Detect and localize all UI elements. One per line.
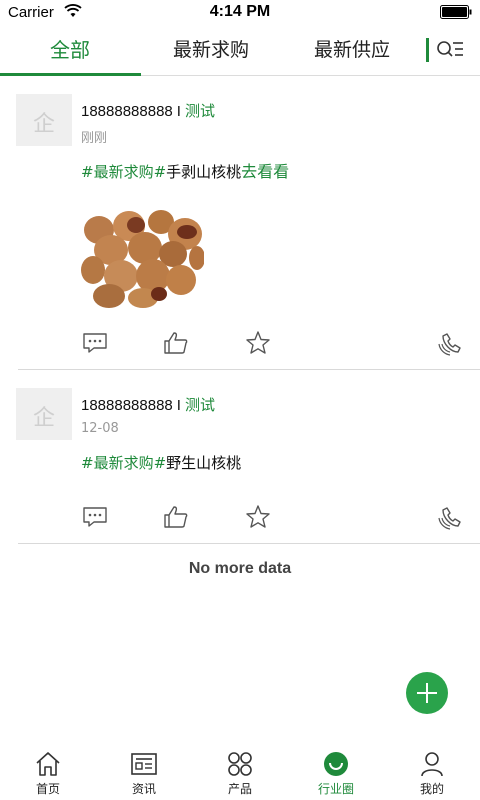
feed-post: 企 18888888888 I 测试 12-08 #最新求购#野生山核桃 [0, 372, 480, 544]
nav-news-label: 资讯 [131, 782, 156, 796]
tab-latest-purchase[interactable]: 最新求购 [140, 26, 282, 76]
phone-call-icon[interactable] [438, 330, 464, 356]
plus-icon-vertical [426, 683, 428, 703]
post-body: 野生山核桃 [166, 454, 242, 472]
add-post-button[interactable] [406, 672, 448, 714]
phone-call-icon[interactable] [438, 504, 464, 530]
favorite-star-icon[interactable] [245, 330, 271, 356]
active-tab-indicator [0, 73, 141, 76]
poster-phone[interactable]: 18888888888 [81, 103, 173, 120]
favorite-star-icon[interactable] [245, 504, 271, 530]
topic-tag[interactable]: #最新求购# [81, 163, 166, 181]
feed-post: 企 18888888888 I 测试 刚刚 #最新求购#手剥山核桃去看看 [0, 78, 480, 370]
nav-profile-label: 我的 [419, 782, 444, 796]
nav-home-label: 首页 [35, 782, 60, 796]
poster-phone[interactable]: 18888888888 [81, 397, 173, 414]
status-time: 4:14 PM [209, 3, 271, 20]
like-icon[interactable] [163, 330, 189, 356]
avatar-placeholder-icon: 企 [32, 112, 55, 137]
battery-icon [440, 5, 472, 19]
poster-line: 18888888888 I 测试 [81, 100, 215, 121]
avatar[interactable]: 企 [16, 388, 72, 440]
profile-icon [421, 752, 443, 777]
post-divider [18, 369, 480, 370]
tab-all[interactable]: 全部 [0, 26, 140, 76]
tab-latest-supply[interactable]: 最新供应 [282, 26, 422, 76]
topic-tag[interactable]: #最新求购# [81, 454, 166, 472]
bottom-navigation: 首页 资讯 产品 行业圈 我的 [0, 744, 480, 800]
no-more-data-label: No more data [188, 560, 292, 577]
post-divider [18, 543, 480, 544]
avatar[interactable]: 企 [16, 94, 72, 146]
post-content: #最新求购#手剥山核桃去看看 [81, 158, 289, 182]
products-icon [228, 752, 252, 776]
poster-line: 18888888888 I 测试 [81, 394, 215, 415]
nav-home[interactable]: 首页 [0, 744, 96, 800]
poster-company[interactable]: 测试 [185, 396, 215, 414]
avatar-placeholder-icon: 企 [32, 406, 55, 431]
filter-menu-icon[interactable] [436, 39, 464, 61]
post-actions [0, 504, 480, 534]
post-content: #最新求购#野生山核桃 [81, 452, 241, 473]
nav-industry-circle[interactable]: 行业圈 [288, 744, 384, 800]
like-icon[interactable] [163, 504, 189, 530]
circle-icon [324, 752, 348, 776]
post-time: 12-08 [81, 421, 119, 436]
post-actions [0, 330, 480, 360]
comment-icon[interactable] [82, 330, 108, 356]
home-icon [36, 752, 60, 776]
post-time: 刚刚 [81, 131, 108, 146]
category-tabs: 全部 最新求购 最新供应 [0, 26, 480, 76]
post-body: 手剥山核桃 [166, 163, 242, 181]
poster-separator: I [176, 103, 181, 120]
comment-icon[interactable] [82, 504, 108, 530]
view-link[interactable]: 去看看 [241, 162, 289, 181]
status-bar: Carrier 4:14 PM [0, 0, 480, 26]
poster-separator: I [176, 397, 181, 414]
nav-news[interactable]: 资讯 [96, 744, 192, 800]
nav-products[interactable]: 产品 [192, 744, 288, 800]
nav-industry-circle-label: 行业圈 [317, 782, 354, 796]
nav-profile[interactable]: 我的 [384, 744, 480, 800]
news-icon [131, 753, 157, 775]
walnut-photo[interactable] [81, 208, 204, 308]
tab-divider [426, 38, 429, 62]
nav-products-label: 产品 [227, 782, 252, 796]
poster-company[interactable]: 测试 [185, 102, 215, 120]
